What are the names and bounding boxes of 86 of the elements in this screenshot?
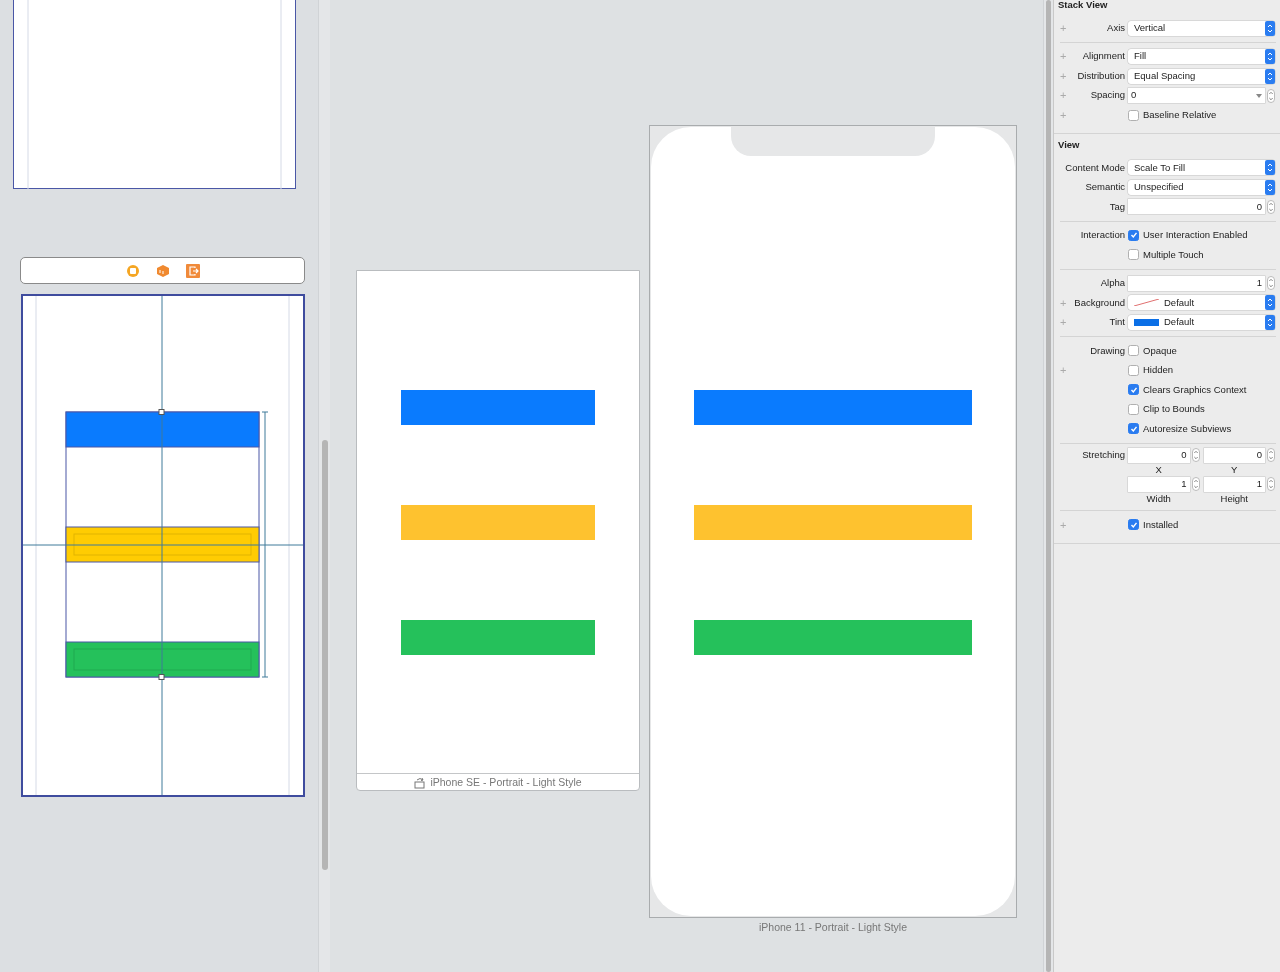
device-label: iPhone 11 - Portrait - Light Style (757, 920, 908, 935)
popup-arrows-icon (1265, 295, 1275, 311)
checkbox-label: Clears Graphics Context (1143, 382, 1247, 397)
checkbox-label: User Interaction Enabled (1143, 228, 1248, 243)
cube-icon[interactable] (155, 263, 170, 278)
rotate-icon (414, 776, 428, 789)
plus-sign: + (1059, 315, 1068, 330)
checkbox-label: Multiple Touch (1143, 247, 1204, 262)
stepper[interactable] (1267, 477, 1275, 492)
plus-sign: + (1059, 295, 1068, 311)
checkbox[interactable] (1128, 519, 1139, 531)
field-label: Drawing (1090, 343, 1125, 358)
field-label: Tint (1109, 315, 1125, 330)
plus-sign: + (1059, 517, 1068, 533)
popup-arrows-icon (1265, 160, 1275, 176)
stepper[interactable] (1267, 88, 1275, 103)
checkbox-label: Autoresize Subviews (1143, 421, 1232, 436)
section-title: Stack View (1058, 0, 1109, 12)
field-label: Distribution (1077, 68, 1125, 83)
checkbox[interactable] (1128, 423, 1139, 435)
checkbox[interactable] (1128, 249, 1139, 261)
plus-sign: + (1059, 88, 1068, 104)
exit-icon[interactable] (185, 263, 200, 278)
plus-sign: + (1059, 20, 1068, 36)
scroll-thumb[interactable] (322, 440, 328, 870)
checkbox[interactable] (1128, 109, 1139, 121)
resize-handle[interactable] (158, 409, 165, 415)
field-label: Spacing (1090, 88, 1125, 103)
number-field[interactable]: 0 (1203, 447, 1265, 463)
field-caption: Height (1219, 491, 1249, 506)
color-popup[interactable]: Default (1128, 314, 1275, 330)
popup-button[interactable]: Unspecified (1128, 179, 1275, 195)
checkbox-label: Hidden (1143, 363, 1174, 378)
checkbox-label: Clip to Bounds (1143, 402, 1205, 417)
number-field[interactable]: 1 (1128, 476, 1190, 492)
field-label: Content Mode (1065, 160, 1125, 175)
field-label: Background (1074, 295, 1125, 310)
field-caption: Y (1230, 462, 1239, 477)
number-field[interactable]: 1 (1203, 476, 1265, 492)
checkbox[interactable] (1128, 345, 1139, 357)
checkbox[interactable] (1128, 364, 1139, 376)
scroll-thumb[interactable] (1046, 0, 1051, 972)
field-caption: X (1154, 462, 1163, 477)
field-label: Alpha (1100, 276, 1125, 291)
popup-button[interactable]: Scale To Fill (1128, 160, 1275, 176)
checkbox[interactable] (1128, 403, 1139, 415)
popup-arrows-icon (1265, 179, 1275, 195)
device-label: iPhone SE - Portrait - Light Style (430, 774, 582, 790)
popup-arrows-icon (1265, 49, 1275, 64)
resize-handle[interactable] (158, 674, 165, 680)
plus-sign: + (1059, 68, 1068, 84)
number-field[interactable]: 1 (1128, 275, 1265, 291)
popup-button[interactable]: Fill (1128, 49, 1275, 64)
dropdown-icon (1256, 93, 1262, 98)
field-label: Stretching (1082, 447, 1125, 462)
field-label: Tag (1109, 199, 1125, 214)
stepper[interactable] (1267, 199, 1275, 214)
plus-sign: + (1059, 363, 1068, 378)
color-popup[interactable]: Default (1128, 295, 1275, 311)
section-title: View (1058, 137, 1081, 152)
stepper[interactable] (1191, 448, 1200, 462)
stepper[interactable] (1267, 276, 1275, 291)
combo-field[interactable]: 0 (1128, 88, 1265, 103)
popup-arrows-icon (1265, 314, 1275, 330)
checkbox-label: Baseline Relative (1143, 107, 1217, 122)
plus-sign: + (1059, 107, 1068, 123)
clear-color-swatch (1134, 299, 1159, 307)
stepper[interactable] (1267, 448, 1275, 462)
stepper[interactable] (1191, 477, 1200, 492)
popup-button[interactable]: Vertical (1128, 20, 1275, 36)
checkbox-label: Opaque (1143, 343, 1177, 358)
number-field[interactable]: 0 (1128, 447, 1190, 463)
field-label: Semantic (1085, 180, 1125, 195)
field-label: Alignment (1082, 49, 1125, 64)
field-caption: Width (1145, 491, 1172, 506)
popup-arrows-icon (1265, 20, 1275, 36)
circle-icon[interactable] (125, 263, 140, 278)
popup-button[interactable]: Equal Spacing (1128, 68, 1275, 84)
field-label: Interaction (1080, 228, 1125, 243)
checkbox[interactable] (1128, 229, 1139, 241)
plus-sign: + (1059, 49, 1068, 65)
checkbox-label: Installed (1143, 517, 1179, 532)
field-label: Axis (1107, 20, 1125, 35)
checkbox[interactable] (1128, 384, 1139, 396)
popup-arrows-icon (1265, 68, 1275, 84)
number-field[interactable]: 0 (1128, 199, 1265, 215)
